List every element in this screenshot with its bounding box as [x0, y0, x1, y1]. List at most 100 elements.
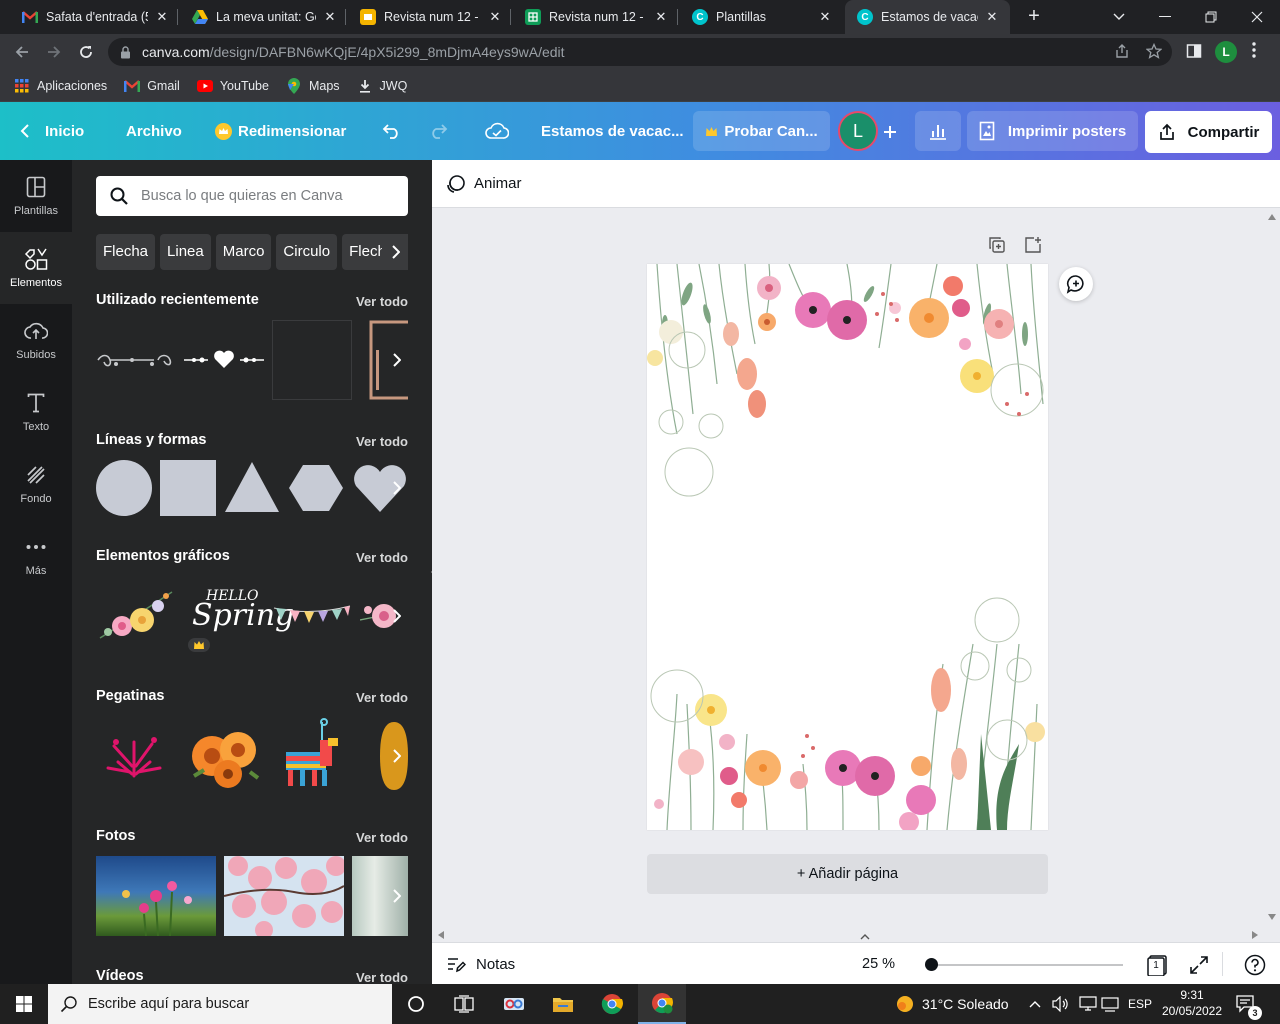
thumb-ornament-line[interactable]: [96, 320, 176, 400]
chip-marco[interactable]: Marco: [215, 234, 272, 270]
graphic-bunting[interactable]: [272, 576, 352, 656]
battery-icon[interactable]: [1101, 984, 1119, 1024]
file-explorer-icon[interactable]: [539, 984, 587, 1024]
thumb-dark-square[interactable]: [272, 320, 352, 400]
recent-next-button[interactable]: [384, 340, 408, 380]
show-hidden-icons[interactable]: [1029, 984, 1041, 1024]
zoom-slider-handle[interactable]: [925, 958, 939, 971]
stickers-next-button[interactable]: [384, 736, 408, 776]
chips-next-button[interactable]: [382, 234, 408, 270]
photo-cherry-blossom[interactable]: [224, 856, 344, 936]
bookmark-gmail[interactable]: Gmail: [124, 79, 180, 93]
resize-button[interactable]: Redimensionar: [215, 102, 346, 160]
rail-item-more[interactable]: Más: [0, 520, 72, 592]
cloud-saved-icon[interactable]: [485, 102, 509, 160]
rail-item-templates[interactable]: Plantillas: [0, 160, 72, 232]
file-menu-button[interactable]: Archivo: [126, 102, 182, 160]
add-collaborator-icon[interactable]: [878, 120, 902, 144]
close-icon[interactable]: ✕: [322, 9, 338, 25]
tab-search-icon[interactable]: [1096, 0, 1142, 34]
see-all-recent-link[interactable]: Ver todo: [356, 294, 408, 309]
search-box[interactable]: [96, 176, 408, 216]
close-icon[interactable]: ✕: [817, 9, 833, 25]
sticker-firework[interactable]: [96, 716, 176, 796]
design-page[interactable]: [647, 264, 1048, 830]
sticker-pinata[interactable]: [272, 716, 352, 796]
address-bar[interactable]: canva.com/design/DAFBN6wKQjE/4pX5i299_8m…: [108, 38, 1172, 66]
profile-avatar[interactable]: L: [1215, 41, 1237, 63]
bookmark-youtube[interactable]: YouTube: [196, 79, 269, 93]
language-indicator[interactable]: ESP: [1128, 984, 1152, 1024]
graphics-next-button[interactable]: [384, 596, 408, 636]
see-all-videos-link[interactable]: Ver todo: [356, 970, 408, 984]
chip-circulo[interactable]: Circulo: [276, 234, 338, 270]
user-avatar[interactable]: L: [838, 111, 878, 151]
chrome-icon[interactable]: [588, 984, 636, 1024]
browser-tab-sheets[interactable]: Revista num 12 - G... ✕: [513, 0, 679, 34]
thumb-heart-divider[interactable]: [184, 320, 264, 400]
chip-linea[interactable]: Linea: [160, 234, 211, 270]
browser-tab-plantillas[interactable]: C Plantillas ✕: [680, 0, 843, 34]
page-count-button[interactable]: 1: [1146, 954, 1168, 977]
cortana-icon[interactable]: [392, 984, 440, 1024]
browser-tab-active[interactable]: C Estamos de vacacio... ✕: [845, 0, 1010, 34]
photo-meadow-flowers[interactable]: [96, 856, 216, 936]
restore-icon[interactable]: [1188, 0, 1234, 34]
notification-center-icon[interactable]: 3: [1236, 984, 1262, 1024]
volume-icon[interactable]: [1052, 984, 1070, 1024]
browser-tab-drive[interactable]: La meva unitat: Go... ✕: [180, 0, 348, 34]
graphic-flower-cluster[interactable]: [96, 576, 176, 656]
browser-menu-icon[interactable]: [1252, 42, 1256, 61]
weather-widget[interactable]: 31°C Soleado: [896, 984, 1009, 1024]
redo-icon[interactable]: [428, 102, 448, 160]
rail-item-text[interactable]: Texto: [0, 376, 72, 448]
bookmark-star-icon[interactable]: [1145, 42, 1163, 62]
reload-icon[interactable]: [74, 40, 98, 64]
shape-hexagon[interactable]: [288, 460, 344, 521]
task-view-icon[interactable]: [440, 984, 488, 1024]
see-all-shapes-link[interactable]: Ver todo: [356, 434, 408, 449]
undo-icon[interactable]: [382, 102, 402, 160]
try-pro-button[interactable]: Probar Can...: [693, 111, 830, 151]
browser-tab-slides[interactable]: Revista num 12 - Pr... ✕: [348, 0, 513, 34]
zoom-slider-track[interactable]: [928, 964, 1123, 966]
sticker-orange-flowers[interactable]: [184, 716, 264, 796]
back-arrow-icon[interactable]: [10, 40, 34, 64]
see-all-graphics-link[interactable]: Ver todo: [356, 550, 408, 565]
network-icon[interactable]: [1079, 984, 1097, 1024]
vertical-scrollbar[interactable]: [1264, 208, 1280, 928]
minimize-icon[interactable]: [1142, 0, 1188, 34]
design-title[interactable]: Estamos de vacac...: [541, 102, 684, 160]
add-page-button[interactable]: + Añadir página: [647, 854, 1048, 894]
forward-arrow-icon[interactable]: [42, 40, 66, 64]
notes-button[interactable]: Notas: [446, 943, 515, 985]
shape-circle[interactable]: [96, 460, 152, 521]
shapes-next-button[interactable]: [384, 468, 408, 508]
see-all-photos-link[interactable]: Ver todo: [356, 830, 408, 845]
duplicate-page-icon[interactable]: [988, 236, 1008, 256]
rail-item-background[interactable]: Fondo: [0, 448, 72, 520]
rail-item-elements[interactable]: Elementos: [0, 232, 72, 304]
expand-pages-button[interactable]: [825, 932, 905, 942]
snipping-tool-icon[interactable]: [490, 984, 538, 1024]
zoom-level[interactable]: 25 %: [862, 943, 895, 985]
share-button[interactable]: Compartir: [1145, 111, 1272, 153]
taskbar-search[interactable]: Escribe aquí para buscar: [48, 984, 392, 1024]
bookmark-jwq[interactable]: JWQ: [357, 79, 407, 93]
graphic-hello-spring[interactable]: HELLO Spring: [184, 576, 294, 656]
see-all-stickers-link[interactable]: Ver todo: [356, 690, 408, 705]
photos-next-button[interactable]: [384, 876, 408, 916]
close-icon[interactable]: ✕: [487, 9, 503, 25]
print-posters-button[interactable]: Imprimir posters: [967, 111, 1138, 151]
share-page-icon[interactable]: [1114, 43, 1130, 62]
new-tab-button[interactable]: +: [1023, 5, 1045, 27]
side-panel-icon[interactable]: [1186, 43, 1202, 62]
help-icon[interactable]: [1244, 954, 1266, 976]
animate-button[interactable]: Animar: [474, 175, 522, 192]
add-page-icon[interactable]: [1024, 236, 1044, 256]
comment-button[interactable]: [1059, 267, 1093, 301]
rail-item-uploads[interactable]: Subidos: [0, 304, 72, 376]
home-button[interactable]: Inicio: [20, 102, 84, 160]
browser-tab-gmail[interactable]: Safata d'entrada (5... ✕: [10, 0, 180, 34]
shape-triangle[interactable]: [224, 460, 280, 521]
